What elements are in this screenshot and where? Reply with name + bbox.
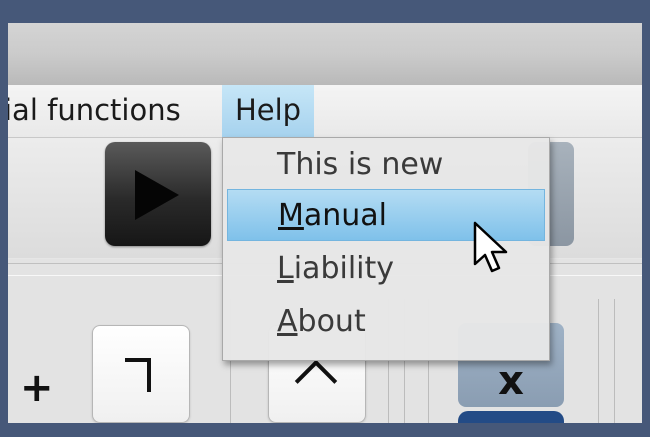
divider [598, 299, 599, 423]
menu-item-about[interactable]: About [227, 297, 545, 347]
caret-up-icon [294, 359, 338, 403]
mnemonic: A [277, 304, 298, 339]
menu-help[interactable]: Help [222, 85, 314, 137]
menu-item-label: anual [303, 198, 388, 233]
play-icon [135, 170, 179, 220]
mnemonic: M [278, 198, 304, 233]
menu-item-this-is-new[interactable]: This is new [227, 140, 545, 190]
menu-item-label: bout [297, 304, 366, 339]
plus-key-label[interactable]: + [20, 365, 54, 411]
corner-icon [125, 358, 151, 392]
play-button[interactable] [105, 142, 211, 246]
blue-key[interactable] [458, 411, 564, 423]
menu-item-label: iability [293, 251, 395, 286]
title-bar [8, 23, 642, 85]
menu-special-functions[interactable]: ial functions [8, 85, 181, 137]
divider [614, 299, 615, 423]
menu-item-label: This is new [277, 147, 444, 182]
mnemonic: L [277, 251, 294, 286]
corner-key[interactable] [92, 325, 190, 423]
menu-bar: ial functions Help [8, 85, 642, 138]
arrow-cursor-icon [473, 221, 508, 273]
